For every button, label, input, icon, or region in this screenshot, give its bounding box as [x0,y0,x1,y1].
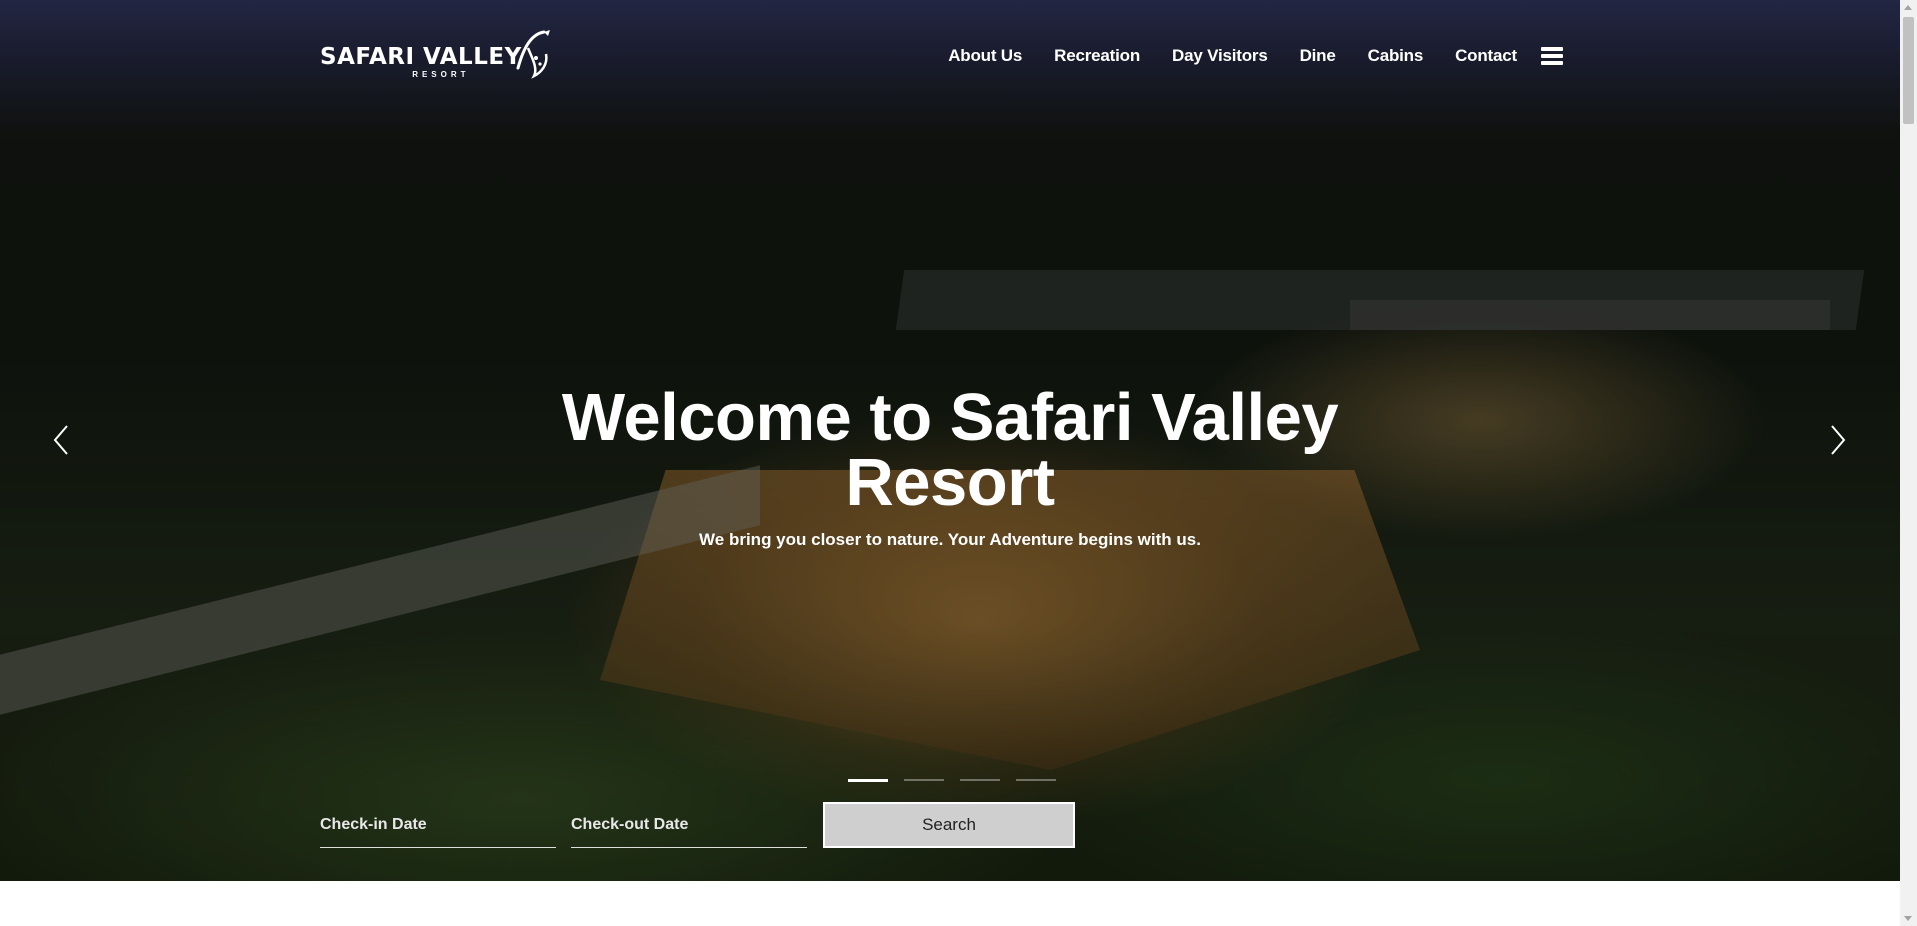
giraffe-logo-icon [516,30,550,79]
nav-day-visitors[interactable]: Day Visitors [1172,46,1268,66]
nav-cabins[interactable]: Cabins [1368,46,1424,66]
hero-subtitle: We bring you closer to nature. Your Adve… [699,530,1201,549]
hero-title-line-1: Welcome to Safari Valley [561,379,1339,455]
slider-prev-button[interactable] [47,420,77,460]
chevron-left-icon [53,425,68,455]
logo-sub-text: RESORT [412,70,470,79]
hamburger-bar [1541,61,1563,65]
scroll-thumb[interactable] [1903,17,1914,124]
slider-next-button[interactable] [1822,420,1852,460]
hero-title: Welcome to Safari Valley Resort [450,384,1450,516]
hamburger-bar [1541,47,1563,51]
slider-dot-3[interactable] [960,779,1000,781]
booking-form: Search [320,802,1075,848]
site-logo[interactable]: SAFARI VALLEY RESORT [320,28,554,80]
nav-dine[interactable]: Dine [1300,46,1336,66]
site-header: SAFARI VALLEY RESORT About Us Recreation… [0,0,1900,110]
logo-main-text: SAFARI VALLEY [320,44,522,70]
chevron-right-icon [1831,425,1846,455]
checkout-field [571,802,807,848]
hero-title-line-2: Resort [845,444,1055,520]
checkin-field [320,802,556,848]
nav-about-us[interactable]: About Us [948,46,1022,66]
hero-image-roof-secondary [1350,300,1830,330]
nav-contact[interactable]: Contact [1455,46,1517,66]
checkout-date-input[interactable] [571,815,807,834]
checkin-date-input[interactable] [320,815,556,834]
page-scrollbar[interactable] [1900,0,1917,926]
slider-dot-4[interactable] [1016,779,1056,781]
hero-image-roof [895,270,1865,330]
logo-text: SAFARI VALLEY RESORT [320,28,522,80]
main-nav: About Us Recreation Day Visitors Dine Ca… [916,46,1563,66]
nav-recreation[interactable]: Recreation [1054,46,1140,66]
search-button[interactable]: Search [823,802,1075,848]
slider-dot-2[interactable] [904,779,944,781]
slider-pagination [848,779,1072,782]
hamburger-bar [1541,54,1563,58]
scroll-up-arrow-icon[interactable] [1904,5,1912,10]
hamburger-menu-icon[interactable] [1541,47,1563,65]
slider-dot-1[interactable] [848,779,888,782]
scroll-down-arrow-icon[interactable] [1904,916,1912,921]
